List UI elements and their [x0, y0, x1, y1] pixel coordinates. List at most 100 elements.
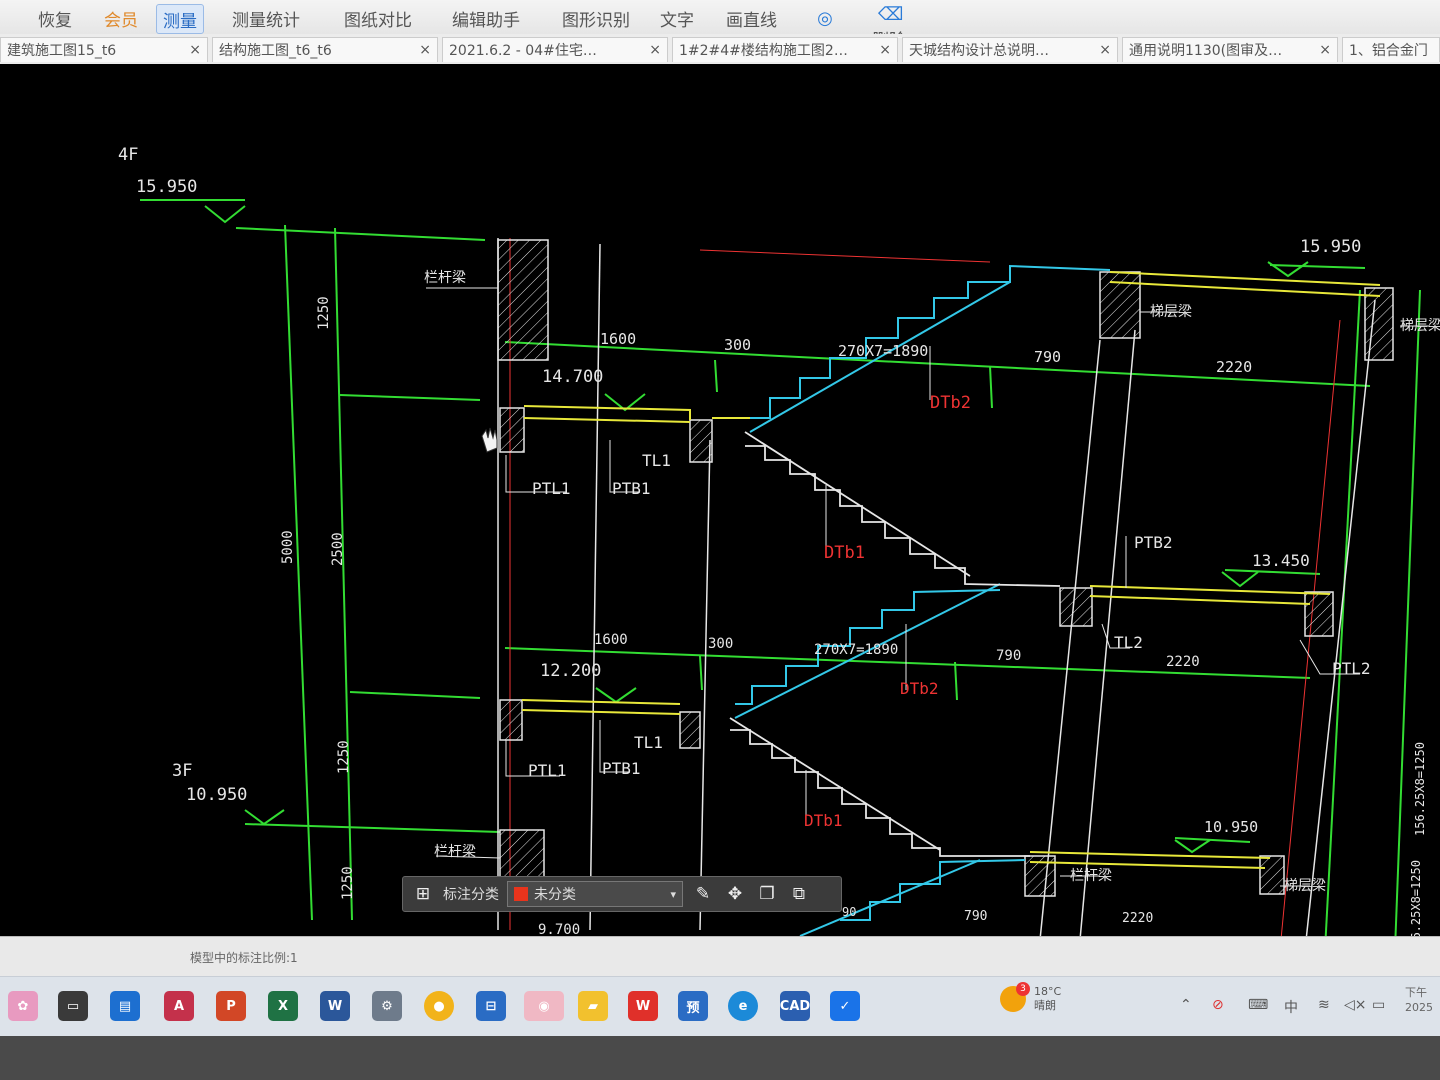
ribbon-line-label: 画直线 [726, 10, 777, 31]
ribbon-toolbar: 恢复 会员 测量 测量统计 图纸对比 编辑助手 图形识别 文字 画直线 ◎形状 … [0, 0, 1440, 55]
elevation-12200: 12.200 [540, 661, 601, 681]
label-dtb2-upper: DTb2 [930, 393, 971, 413]
tab-doc-3[interactable]: 2021.6.2 - 04#住宅… × [442, 37, 668, 62]
ime-indicator[interactable]: 中 [1284, 997, 1298, 1017]
dim-1600-upper: 1600 [600, 330, 636, 348]
ribbon-measure-label: 测量 [163, 11, 197, 32]
monitor-bezel [0, 1036, 1440, 1080]
ribbon-shape[interactable]: ◎形状 [808, 8, 842, 55]
wps-icon[interactable]: W [628, 991, 658, 1021]
browser-icon[interactable]: ● [424, 991, 454, 1021]
note-upper-left: 栏杆梁 [424, 270, 466, 286]
word-icon[interactable]: W [320, 991, 350, 1021]
annotation-category-value: 未分类 [534, 887, 576, 903]
tab-doc-7[interactable]: 1、铝合金门 [1342, 37, 1440, 62]
desktop-icon[interactable]: ▭ [58, 991, 88, 1021]
tab-label: 1#2#4#楼结构施工图2… [679, 43, 848, 59]
tab-doc-5[interactable]: 天城结构设计总说明… × [902, 37, 1118, 62]
ribbon-text[interactable]: 文字 [660, 4, 694, 32]
label-dtb1-upper: DTb1 [824, 543, 865, 563]
stair-flight-cyan [734, 264, 1111, 936]
ribbon-vip[interactable]: 会员 [104, 4, 138, 32]
ribbon-delete[interactable]: ⌫删除 [872, 4, 906, 51]
label-ptl2: PTL2 [1332, 659, 1371, 678]
battery-icon[interactable]: ▭ [1372, 997, 1385, 1013]
ribbon-shape-recog[interactable]: 图形识别 [562, 4, 630, 32]
ribbon-shape-recog-label: 图形识别 [562, 10, 630, 31]
close-icon[interactable]: × [1311, 42, 1331, 58]
grid-icon[interactable]: ⊞ [411, 882, 435, 906]
ribbon-restore[interactable]: 恢复 [38, 4, 72, 32]
label-ptb1-lower: PTB1 [602, 759, 641, 778]
elevation-13450: 13.450 [1252, 551, 1310, 570]
ribbon-measure-stats[interactable]: 测量统计 [232, 4, 300, 32]
app-icon[interactable]: ⊟ [476, 991, 506, 1021]
clock-date: 2025 [1405, 1001, 1433, 1014]
weather-badge: 3 [1016, 982, 1030, 996]
dim-right-riser-upper: 156.25X8=1250 [1413, 742, 1427, 836]
dim-790-upper: 790 [1034, 348, 1061, 366]
level-markers [204, 205, 1309, 854]
security-icon[interactable]: ⊘ [1212, 997, 1224, 1013]
ribbon-line[interactable]: 画直线 [726, 4, 777, 32]
clock[interactable]: 下午 2025 [1405, 985, 1433, 1015]
ribbon-vip-label: 会员 [104, 10, 138, 31]
tab-doc-4[interactable]: 1#2#4#楼结构施工图2… × [672, 37, 898, 62]
tab-label: 1、铝合金门 [1349, 43, 1428, 59]
close-icon[interactable]: × [641, 42, 661, 58]
ribbon-edit-helper[interactable]: 编辑助手 [452, 4, 520, 32]
elevation-4f: 15.950 [136, 177, 197, 197]
volume-icon[interactable]: ◁× [1344, 997, 1367, 1013]
weather-widget[interactable]: 3 18°C 晴朗 [1000, 982, 1062, 1013]
ribbon-measure[interactable]: 测量 [156, 4, 204, 34]
close-icon[interactable]: × [411, 42, 431, 58]
ribbon-compare[interactable]: 图纸对比 [344, 4, 412, 32]
settings-gear-icon[interactable]: ⚙ [372, 991, 402, 1021]
store-icon[interactable]: ▤ [110, 991, 140, 1021]
keyboard-icon[interactable]: ⌨ [1248, 997, 1268, 1013]
elevation-3f-right: 10.950 [1204, 818, 1258, 836]
tab-label: 通用说明1130(图审及… [1129, 43, 1283, 59]
folder-icon[interactable]: ▰ [578, 991, 608, 1021]
close-icon[interactable]: × [871, 42, 891, 58]
eraser-icon: ⌫ [878, 4, 904, 25]
paste-icon[interactable]: ⧉ [787, 882, 811, 906]
weather-temp: 18°C [1034, 985, 1062, 998]
wifi-icon[interactable]: ≋ [1318, 997, 1330, 1013]
access-icon[interactable]: A [164, 991, 194, 1021]
label-tl1-upper: TL1 [642, 451, 671, 470]
dim-300-upper: 300 [724, 336, 751, 354]
move-icon[interactable]: ✥ [723, 882, 747, 906]
annotation-scale-status: 模型中的标注比例:1 [190, 951, 298, 965]
dim-1250-top: 1250 [316, 296, 332, 330]
chevron-up-icon[interactable]: ⌃ [1180, 997, 1192, 1013]
tab-doc-6[interactable]: 通用说明1130(图审及… × [1122, 37, 1338, 62]
dim-stairs-lower: 270X7=1890 [814, 642, 898, 658]
powerpoint-icon[interactable]: P [216, 991, 246, 1021]
widgets-icon[interactable]: ✿ [8, 991, 38, 1021]
tab-doc-1[interactable]: 建筑施工图15_t6 × [0, 37, 208, 62]
label-ptb2: PTB2 [1134, 533, 1173, 552]
edge-icon[interactable]: e [728, 991, 758, 1021]
category-color-swatch [514, 887, 528, 901]
copy-icon[interactable]: ❐ [755, 882, 779, 906]
tab-doc-2[interactable]: 结构施工图_t6_t6 × [212, 37, 438, 62]
note-upper-right: 梯层梁 [1150, 304, 1192, 320]
cad-viewer-icon[interactable]: ✓ [830, 991, 860, 1021]
tab-label: 建筑施工图15_t6 [7, 43, 117, 59]
screen: 恢复 会员 测量 测量统计 图纸对比 编辑助手 图形识别 文字 画直线 ◎形状 … [0, 0, 1440, 1080]
preview-icon[interactable]: 预 [678, 991, 708, 1021]
cad-icon[interactable]: CAD [780, 991, 810, 1021]
ribbon-restore-label: 恢复 [38, 10, 72, 31]
edit-icon[interactable]: ✎ [691, 882, 715, 906]
note-far-right: 梯层梁 [1400, 318, 1440, 334]
close-icon[interactable]: × [181, 42, 201, 58]
dim-1250-mid: 1250 [336, 740, 352, 774]
ribbon-measure-stats-label: 测量统计 [232, 10, 300, 31]
note-lower-left: 栏杆梁 [434, 844, 476, 860]
excel-icon[interactable]: X [268, 991, 298, 1021]
annotation-category-select[interactable]: 未分类 ▾ [507, 881, 683, 907]
cad-canvas[interactable]: 4F 15.950 15.950 3F 10.950 10.950 14.700… [0, 64, 1440, 936]
wechat-icon[interactable]: ◉ [524, 991, 564, 1021]
close-icon[interactable]: × [1091, 42, 1111, 58]
